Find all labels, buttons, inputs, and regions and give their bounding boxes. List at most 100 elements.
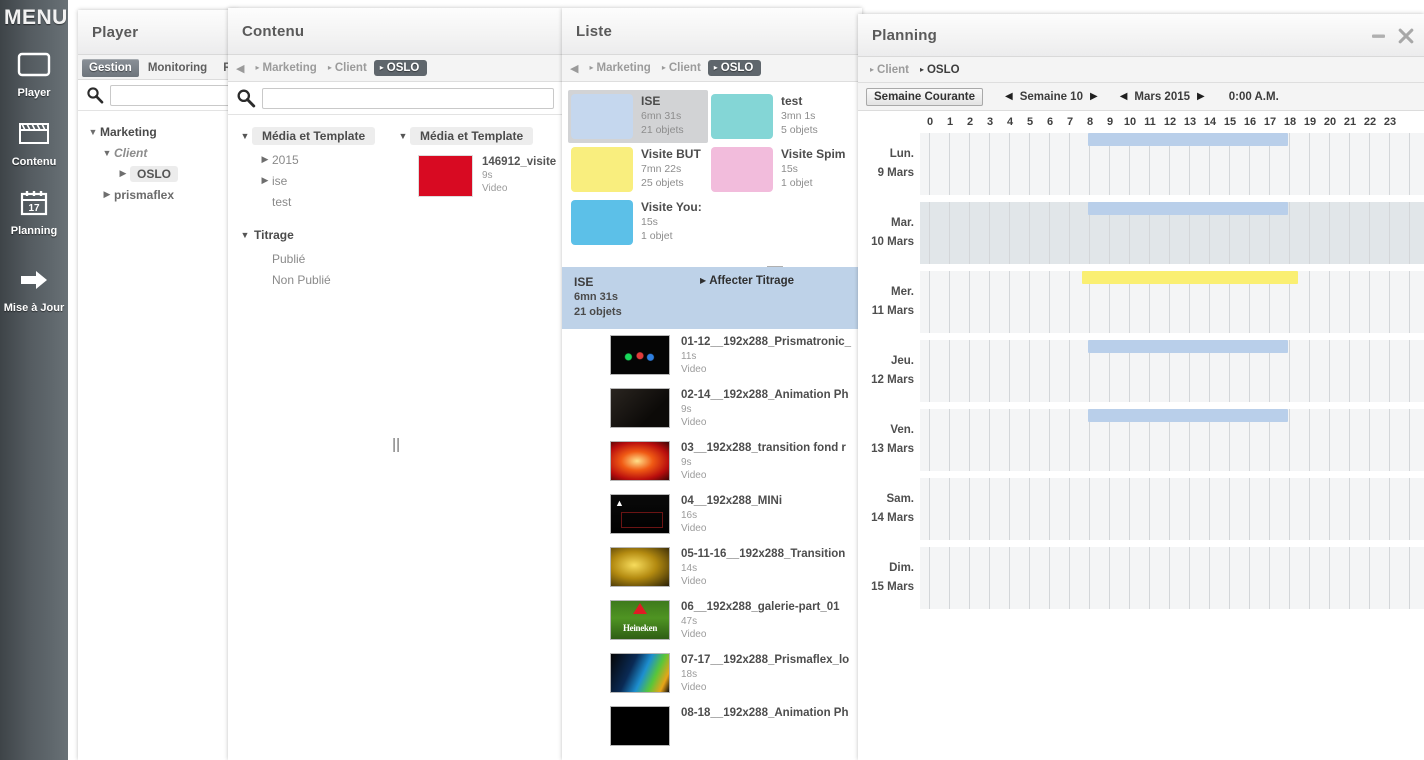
contenu-tree-column: ▼ Média et Template ▶ 2015 ▶ ise test ▼ … (228, 115, 396, 290)
video-type: Video (681, 470, 707, 481)
day-track[interactable] (920, 409, 1424, 471)
menu-rail: MENU Player Contenu 17 Planning Mise à J… (0, 0, 68, 760)
tree-item-publie[interactable]: Publié (238, 248, 396, 269)
breadcrumb-oslo[interactable]: ▸ OSLO (916, 63, 964, 77)
video-name: 05-11-16__192x288_Transition (681, 548, 846, 560)
planning-day-row[interactable]: Ven. 13 Mars (858, 409, 1424, 471)
planning-event-bar[interactable] (1088, 409, 1288, 422)
selected-playlist-objects: 21 objets (574, 306, 622, 318)
liste-panel: Liste ◀ ▸ Marketing ▸ Client ▸ OSLO ISE 6mn… (562, 8, 862, 760)
breadcrumb-marketing[interactable]: ▸ Marketing (585, 61, 654, 75)
tree-item-oslo[interactable]: ▶ OSLO (86, 163, 238, 184)
planning-day-row[interactable]: Sam. 14 Mars (858, 478, 1424, 540)
sidebar-item-contenu[interactable]: Contenu (0, 115, 68, 168)
clapperboard-icon (0, 115, 68, 153)
chevron-down-icon[interactable]: ▼ (238, 131, 252, 141)
planning-event-bar[interactable] (1088, 202, 1288, 215)
tree-item-client[interactable]: ▼ Client (86, 142, 238, 163)
list-item[interactable]: 02-14__192x288_Animation Ph 9s Video (562, 382, 862, 435)
day-label: Lun. 9 Mars (858, 133, 920, 195)
breadcrumb-marketing[interactable]: ▸ Marketing (251, 61, 320, 75)
planning-day-row[interactable]: Mar. 10 Mars (858, 202, 1424, 264)
month-next-icon[interactable]: ▶ (1197, 91, 1205, 102)
video-duration: 47s (681, 616, 698, 627)
day-track[interactable] (920, 478, 1424, 540)
playlist-card[interactable]: ISE 6mn 31s 21 objets (568, 90, 708, 143)
planning-day-row[interactable]: Dim. 15 Mars (858, 547, 1424, 609)
arrow-right-icon (0, 261, 68, 299)
sidebar-item-planning[interactable]: 17 Planning (0, 184, 68, 237)
video-type: Video (681, 417, 707, 428)
sidebar-item-mise-a-jour[interactable]: Mise à Jour (0, 261, 68, 314)
list-item[interactable]: 07-17__192x288_Prismaflex_lo 18s Video (562, 647, 862, 700)
playlist-card[interactable]: Visite Spim 15s 1 objet (708, 143, 848, 196)
list-item[interactable]: 05-11-16__192x288_Transition 14s Video (562, 541, 862, 594)
hour-tick-19: 19 (1303, 116, 1317, 128)
day-track[interactable] (920, 547, 1424, 609)
chevron-right-icon[interactable]: ▶ (100, 189, 114, 200)
semaine-courante-button[interactable]: Semaine Courante (866, 87, 983, 106)
tree-item-non-publie[interactable]: Non Publié (238, 269, 396, 290)
sidebar-item-player[interactable]: Player (0, 46, 68, 99)
breadcrumb-client[interactable]: ▸ Client (658, 61, 705, 75)
playlist-card[interactable]: test 3mn 1s 5 objets (708, 90, 848, 143)
tree-item-ise[interactable]: ▶ ise (238, 170, 396, 191)
breadcrumb-oslo[interactable]: ▸ OSLO (373, 60, 428, 76)
day-track[interactable] (920, 202, 1424, 264)
list-item[interactable]: 03__192x288_transition fond r 9s Video (562, 435, 862, 488)
video-type: Video (681, 629, 707, 640)
chevron-right-icon[interactable]: ▶ (258, 175, 272, 186)
day-date: 13 Mars (871, 443, 914, 455)
week-next-icon[interactable]: ▶ (1090, 91, 1098, 102)
day-track[interactable] (920, 340, 1424, 402)
playlist-card[interactable]: Visite BUT 7mn 22s 25 objets (568, 143, 708, 196)
playlist-card[interactable]: Visite You: 15s 1 objet (568, 196, 708, 249)
breadcrumb-back-icon[interactable]: ◀ (570, 62, 578, 75)
planning-event-bar[interactable] (1088, 340, 1288, 353)
chevron-right-icon[interactable]: ▶ (258, 154, 272, 165)
planning-day-row[interactable]: Jeu. 12 Mars (858, 340, 1424, 402)
contenu-column-splitter[interactable] (391, 438, 401, 452)
affecter-titrage-label: Affecter Titrage (709, 275, 794, 287)
list-item[interactable]: ▲ 04__192x288_MINi 16s Video (562, 488, 862, 541)
planning-day-row[interactable]: Mer. 11 Mars (858, 271, 1424, 333)
chevron-down-icon[interactable]: ▼ (396, 131, 410, 141)
section-media-template[interactable]: ▼ Média et Template (238, 125, 396, 147)
planning-day-row[interactable]: Lun. 9 Mars (858, 133, 1424, 195)
tree-item-prismaflex[interactable]: ▶ prismaflex (86, 184, 238, 205)
chevron-down-icon[interactable]: ▼ (86, 127, 100, 137)
breadcrumb-client[interactable]: ▸ Client (324, 61, 371, 75)
tree-item-test[interactable]: test (238, 191, 396, 212)
playlist-duration: 3mn 1s (781, 110, 816, 122)
week-prev-icon[interactable]: ◀ (1005, 91, 1013, 102)
hour-tick-11: 11 (1144, 116, 1156, 128)
list-item[interactable]: 01-12__192x288_Prismatronic_ 11s Video (562, 329, 862, 382)
breadcrumb-back-icon[interactable]: ◀ (236, 62, 244, 75)
day-track[interactable] (920, 133, 1424, 195)
selected-playlist-bar: ISE 6mn 31s 21 objets ▶ Affecter Titrage (562, 267, 862, 329)
hour-tick-5: 5 (1026, 116, 1034, 128)
list-item[interactable]: Heineken 06__192x288_galerie-part_01 47s… (562, 594, 862, 647)
tree-item-marketing[interactable]: ▼ Marketing (86, 121, 238, 142)
media-item[interactable]: 146912_visite 9s Video (418, 155, 562, 197)
day-track[interactable] (920, 271, 1424, 333)
breadcrumb-client[interactable]: ▸ Client (866, 63, 913, 77)
tree-item-2015[interactable]: ▶ 2015 (238, 149, 396, 170)
contenu-search-input[interactable] (262, 87, 554, 109)
section-media-template-right[interactable]: ▼ Média et Template (396, 125, 562, 147)
chevron-down-icon[interactable]: ▼ (100, 148, 114, 158)
chevron-down-icon[interactable]: ▼ (238, 230, 252, 240)
breadcrumb-oslo[interactable]: ▸ OSLO (707, 60, 762, 76)
playlist-objects: 25 objets (641, 177, 684, 189)
month-prev-icon[interactable]: ◀ (1120, 91, 1128, 102)
planning-event-bar[interactable] (1081, 271, 1298, 284)
tab-monitoring[interactable]: Monitoring (141, 59, 214, 77)
list-item[interactable]: 08-18__192x288_Animation Ph (562, 700, 862, 752)
planning-event-bar[interactable] (1088, 133, 1288, 146)
tab-gestion[interactable]: Gestion (82, 59, 139, 77)
section-titrage[interactable]: ▼ Titrage (238, 224, 396, 246)
chevron-right-icon[interactable]: ▶ (116, 168, 130, 179)
close-icon[interactable] (1398, 28, 1414, 44)
minimize-icon[interactable] (1371, 29, 1386, 43)
affecter-titrage-button[interactable]: ▶ Affecter Titrage (700, 275, 794, 287)
